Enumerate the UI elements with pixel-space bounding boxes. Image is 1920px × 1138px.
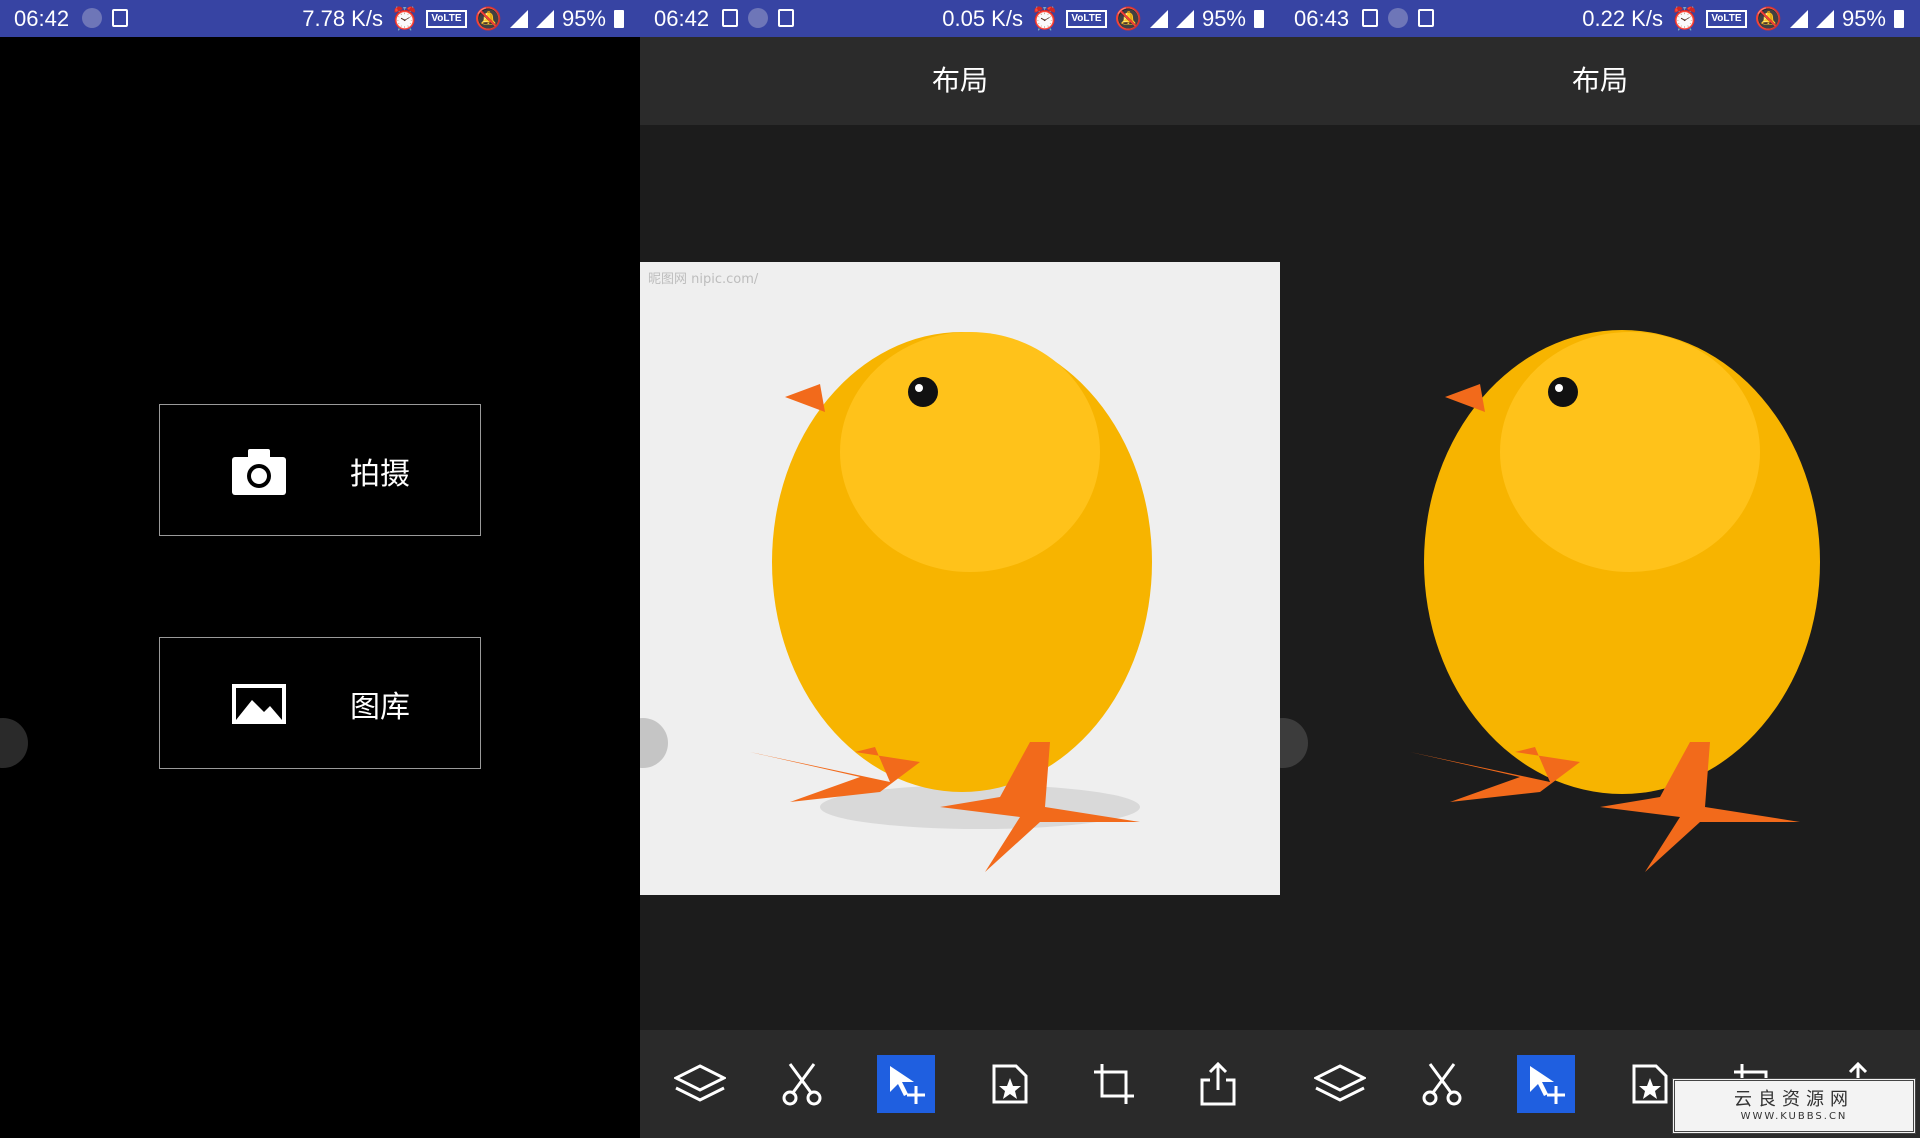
alarm-icon: ⏰ bbox=[1030, 6, 1059, 31]
battery-percent: 95% bbox=[1841, 6, 1886, 31]
cut-button[interactable] bbox=[773, 1055, 831, 1113]
signal-icon bbox=[1789, 10, 1808, 28]
status-left-icons bbox=[82, 8, 128, 28]
sticker-button[interactable] bbox=[1621, 1055, 1679, 1113]
crop-icon bbox=[1094, 1064, 1134, 1104]
battery-percent: 95% bbox=[1201, 6, 1246, 31]
alarm-icon: ⏰ bbox=[390, 6, 419, 31]
network-speed: 0.22 K/s bbox=[1582, 6, 1663, 31]
status-bar: 06:42 7.78 K/s ⏰ VoLTE 🔕 95% bbox=[0, 0, 640, 37]
signal-icon bbox=[1149, 10, 1168, 28]
sticker-button[interactable] bbox=[981, 1055, 1039, 1113]
mute-icon: 🔕 bbox=[474, 6, 502, 31]
app-screenshot-composite: 06:42 7.78 K/s ⏰ VoLTE 🔕 95% 拍摄 图库 06:42… bbox=[0, 0, 1920, 1138]
gallery-label: 图库 bbox=[350, 690, 410, 725]
alarm-icon: ⏰ bbox=[1670, 6, 1699, 31]
status-right: 0.05 K/s ⏰ VoLTE 🔕 95% bbox=[942, 6, 1264, 32]
share-icon bbox=[1200, 1062, 1236, 1106]
site-watermark-stamp: 云良资源网 WWW.KUBBS.CN bbox=[1672, 1078, 1916, 1134]
sticker-icon bbox=[1632, 1064, 1668, 1104]
page-title: 布局 bbox=[1280, 37, 1920, 125]
site-watermark-title: 云良资源网 bbox=[1734, 1089, 1854, 1110]
layers-button[interactable] bbox=[671, 1055, 729, 1113]
chick-cutout-image[interactable] bbox=[1280, 262, 1920, 895]
status-right: 0.22 K/s ⏰ VoLTE 🔕 95% bbox=[1582, 6, 1904, 32]
image-notification-icon bbox=[1362, 9, 1378, 27]
volte-badge: VoLTE bbox=[426, 10, 467, 28]
gallery-button[interactable]: 图库 bbox=[159, 637, 481, 769]
image-icon bbox=[232, 684, 286, 724]
app-notification-icon bbox=[82, 8, 102, 28]
move-icon bbox=[1530, 1066, 1565, 1104]
battery-icon bbox=[1254, 10, 1264, 28]
camera-icon bbox=[232, 449, 286, 495]
battery-icon bbox=[614, 10, 624, 28]
scissors-icon bbox=[1422, 1063, 1462, 1106]
battery-icon bbox=[1894, 10, 1904, 28]
layers-icon bbox=[674, 1064, 726, 1102]
image-notification-icon bbox=[722, 9, 738, 27]
camera-button[interactable]: 拍摄 bbox=[159, 404, 481, 536]
layers-icon bbox=[1314, 1064, 1366, 1102]
scissors-icon bbox=[782, 1063, 822, 1106]
floating-bug-button[interactable] bbox=[0, 718, 28, 768]
move-button[interactable] bbox=[1517, 1055, 1575, 1113]
device-icon bbox=[112, 9, 128, 27]
signal-icon-2 bbox=[1815, 10, 1834, 28]
move-button[interactable] bbox=[877, 1055, 935, 1113]
status-bar: 06:43 0.22 K/s ⏰ VoLTE 🔕 95% bbox=[1280, 0, 1920, 37]
photo-watermark: 昵图网 nipic.com/ bbox=[648, 272, 759, 287]
canvas-photo[interactable]: 昵图网 nipic.com/ bbox=[640, 262, 1280, 895]
battery-percent: 95% bbox=[561, 6, 606, 31]
status-time: 06:42 bbox=[14, 6, 70, 31]
device-icon bbox=[1418, 9, 1434, 27]
network-speed: 0.05 K/s bbox=[942, 6, 1023, 31]
share-button[interactable] bbox=[1189, 1055, 1247, 1113]
status-time: 06:42 bbox=[654, 6, 710, 31]
move-icon bbox=[890, 1066, 925, 1104]
app-notification-icon bbox=[748, 8, 768, 28]
crop-button[interactable] bbox=[1085, 1055, 1143, 1113]
device-icon bbox=[778, 9, 794, 27]
site-watermark-url: WWW.KUBBS.CN bbox=[1740, 1111, 1848, 1122]
app-notification-icon bbox=[1388, 8, 1408, 28]
screen-layout-cutout: 06:43 0.22 K/s ⏰ VoLTE 🔕 95% 布局 bbox=[1280, 0, 1920, 1138]
signal-icon bbox=[509, 10, 528, 28]
network-speed: 7.78 K/s bbox=[302, 6, 383, 31]
status-right: 7.78 K/s ⏰ VoLTE 🔕 95% bbox=[302, 6, 624, 32]
camera-label: 拍摄 bbox=[350, 457, 410, 492]
screen-source-picker: 06:42 7.78 K/s ⏰ VoLTE 🔕 95% 拍摄 图库 bbox=[0, 0, 640, 1138]
signal-icon-2 bbox=[535, 10, 554, 28]
volte-badge: VoLTE bbox=[1706, 10, 1747, 28]
sticker-icon bbox=[992, 1064, 1028, 1104]
volte-badge: VoLTE bbox=[1066, 10, 1107, 28]
screen-layout-original: 06:42 0.05 K/s ⏰ VoLTE 🔕 95% 布局 昵图网 nipi… bbox=[640, 0, 1280, 1138]
status-left-icons bbox=[1362, 8, 1434, 28]
status-time: 06:43 bbox=[1294, 6, 1350, 31]
status-left-icons bbox=[722, 8, 794, 28]
signal-icon-2 bbox=[1175, 10, 1194, 28]
layers-button[interactable] bbox=[1311, 1055, 1369, 1113]
status-bar: 06:42 0.05 K/s ⏰ VoLTE 🔕 95% bbox=[640, 0, 1280, 37]
chick-image bbox=[750, 332, 1152, 872]
cut-button[interactable] bbox=[1413, 1055, 1471, 1113]
page-title: 布局 bbox=[640, 37, 1280, 125]
mute-icon: 🔕 bbox=[1754, 6, 1782, 31]
mute-icon: 🔕 bbox=[1114, 6, 1142, 31]
bottom-toolbar bbox=[640, 1030, 1280, 1138]
